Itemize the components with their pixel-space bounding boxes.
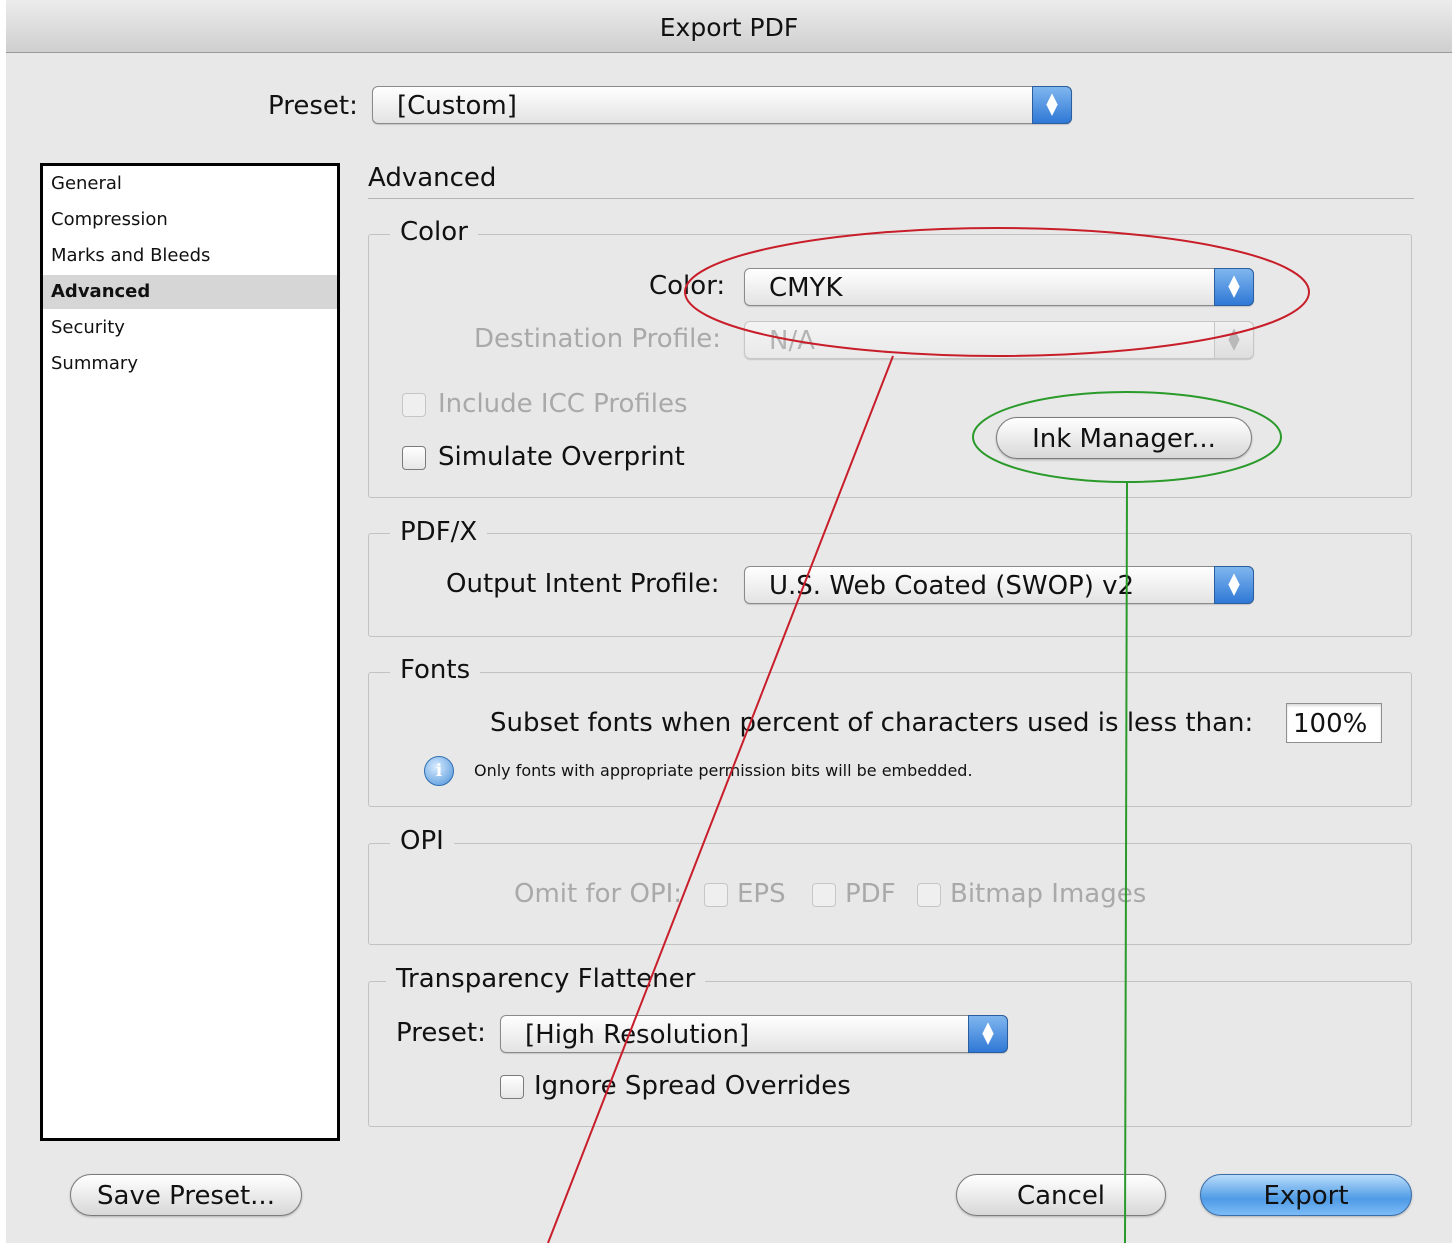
flattener-preset-label: Preset: (396, 1018, 486, 1048)
opi-group-title: OPI (390, 826, 454, 856)
destination-profile-label: Destination Profile: (474, 324, 722, 354)
transparency-flattener-group (368, 981, 1412, 1127)
sidebar-item-compression[interactable]: Compression (43, 203, 337, 237)
color-value: CMYK (769, 273, 843, 303)
export-button[interactable]: Export (1200, 1174, 1412, 1216)
sidebar-list: General Compression Marks and Bleeds Adv… (40, 163, 340, 1141)
fonts-info-text: Only fonts with appropriate permission b… (474, 761, 973, 780)
preset-value: [Custom] (397, 91, 517, 121)
color-label: Color: (649, 271, 726, 301)
popup-arrows-icon: ▲ ▼ (1214, 321, 1254, 359)
popup-arrows-icon: ▲ ▼ (1032, 86, 1072, 124)
preset-label: Preset: (268, 91, 358, 121)
export-pdf-dialog: Preset: [Custom] ▲ ▼ General Compression … (6, 53, 1452, 1243)
opi-pdf-label: PDF (845, 879, 896, 909)
info-icon: i (424, 756, 454, 786)
panel-divider (368, 198, 1414, 199)
simulate-overprint-label: Simulate Overprint (438, 442, 685, 472)
opi-eps-label: EPS (737, 879, 786, 909)
sidebar-item-marks-and-bleeds[interactable]: Marks and Bleeds (43, 239, 337, 273)
output-intent-popup[interactable]: U.S. Web Coated (SWOP) v2 ▲ ▼ (744, 566, 1254, 604)
panel-title: Advanced (368, 163, 497, 193)
simulate-overprint-checkbox[interactable] (402, 446, 426, 470)
window-title: Export PDF (6, 0, 1452, 53)
popup-arrows-icon: ▲ ▼ (968, 1015, 1008, 1053)
sidebar-item-summary[interactable]: Summary (43, 347, 337, 381)
omit-for-opi-label: Omit for OPI: (514, 879, 683, 909)
fonts-group-title: Fonts (390, 655, 481, 685)
subset-fonts-label: Subset fonts when percent of characters … (490, 708, 1254, 738)
output-intent-value: U.S. Web Coated (SWOP) v2 (769, 571, 1135, 601)
pdfx-group-title: PDF/X (390, 517, 488, 547)
ignore-spread-overrides-label: Ignore Spread Overrides (534, 1071, 851, 1101)
include-icc-checkbox (402, 393, 426, 417)
flattener-preset-popup[interactable]: [High Resolution] ▲ ▼ (500, 1015, 1008, 1053)
sidebar-item-security[interactable]: Security (43, 311, 337, 345)
preset-popup[interactable]: [Custom] ▲ ▼ (372, 86, 1072, 124)
popup-arrows-icon: ▲ ▼ (1214, 566, 1254, 604)
opi-eps-checkbox (704, 883, 728, 907)
sidebar-item-general[interactable]: General (43, 167, 337, 201)
ink-manager-button[interactable]: Ink Manager... (996, 417, 1252, 459)
include-icc-label: Include ICC Profiles (438, 389, 688, 419)
opi-bitmap-label: Bitmap Images (950, 879, 1147, 909)
sidebar-item-advanced[interactable]: Advanced (43, 275, 337, 309)
subset-percent-field[interactable]: 100% (1286, 703, 1382, 743)
save-preset-button[interactable]: Save Preset... (70, 1174, 302, 1216)
ignore-spread-overrides-checkbox[interactable] (500, 1075, 524, 1099)
opi-pdf-checkbox (812, 883, 836, 907)
opi-bitmap-checkbox (917, 883, 941, 907)
cancel-button[interactable]: Cancel (956, 1174, 1166, 1216)
flattener-preset-value: [High Resolution] (525, 1020, 750, 1050)
popup-arrows-icon: ▲ ▼ (1214, 268, 1254, 306)
destination-profile-value: N/A (769, 326, 815, 356)
transparency-flattener-title: Transparency Flattener (386, 964, 706, 994)
color-group-title: Color (390, 217, 478, 247)
color-popup[interactable]: CMYK ▲ ▼ (744, 268, 1254, 306)
fonts-group (368, 672, 1412, 807)
destination-profile-popup: N/A ▲ ▼ (744, 321, 1254, 359)
output-intent-label: Output Intent Profile: (446, 569, 720, 599)
